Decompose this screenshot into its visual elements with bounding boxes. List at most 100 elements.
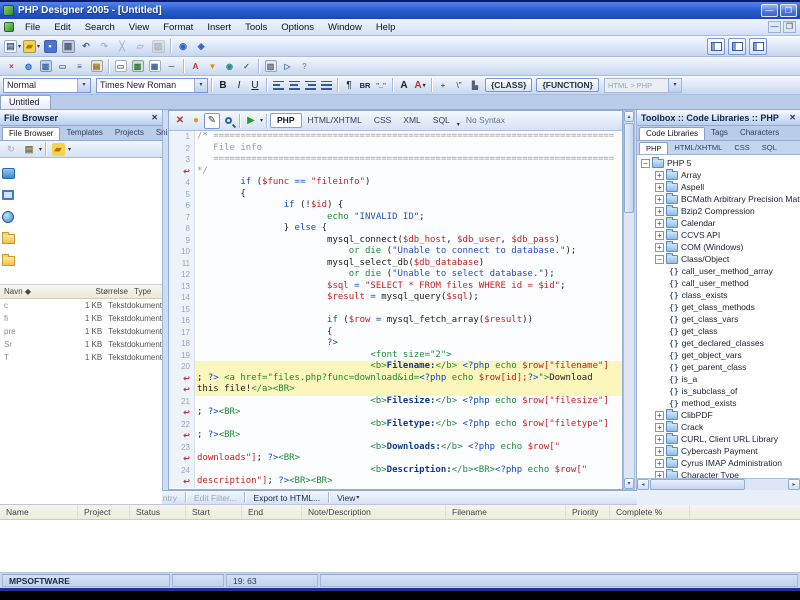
font-color-icon[interactable]: A: [187, 59, 204, 74]
tree-node[interactable]: + Array: [637, 169, 800, 181]
scroll-left-icon[interactable]: ◂: [637, 479, 649, 490]
code-line[interactable]: 21 <b>Filesize:</b> <?php echo $row["fil…: [169, 395, 622, 407]
tree-item[interactable]: [2, 184, 162, 206]
scrollbar-thumb[interactable]: [650, 479, 745, 490]
toolbox-hscrollbar[interactable]: ◂ ▸: [637, 478, 800, 490]
expand-icon[interactable]: +: [655, 230, 664, 240]
code-line[interactable]: 20 <b>Filename:</b> <?php echo $row["fil…: [169, 361, 622, 373]
expand-icon[interactable]: +: [655, 434, 664, 444]
hr-icon[interactable]: ─: [163, 59, 180, 74]
fill-color-icon[interactable]: ▼: [204, 59, 221, 74]
bold-button[interactable]: B: [215, 77, 231, 93]
toggle-left-panel-icon[interactable]: [707, 37, 725, 55]
subtab-sql[interactable]: SQL: [756, 142, 783, 154]
tab-tags[interactable]: Tags: [705, 127, 734, 140]
subtab-php[interactable]: PHP: [639, 142, 669, 154]
tree-node[interactable]: {} is_a: [637, 373, 800, 385]
print-icon[interactable]: ▦: [59, 38, 77, 55]
code-line[interactable]: 16 if ($row = mysql_fetch_array($result)…: [169, 315, 622, 327]
mdi-minimize-icon[interactable]: —: [768, 21, 781, 33]
code-line[interactable]: 2 File info: [169, 142, 622, 154]
save-icon[interactable]: ▪: [41, 38, 59, 55]
code-line[interactable]: 9 mysql_connect($db_host, $db_user, $db_…: [169, 234, 622, 246]
column-start[interactable]: Start: [186, 505, 242, 519]
file-row[interactable]: T1 KB Tekstdokument: [0, 351, 162, 364]
chevron-down-icon[interactable]: ▾: [18, 43, 21, 50]
export-to-html--button[interactable]: Export to HTML...: [247, 491, 326, 504]
column-name[interactable]: Navn ◆: [0, 287, 88, 296]
scroll-right-icon[interactable]: ▸: [788, 479, 800, 490]
column-name[interactable]: Name: [0, 505, 78, 519]
syntax-tab-xml[interactable]: XML: [397, 113, 426, 128]
mdi-restore-icon[interactable]: ❐: [783, 21, 796, 33]
code-line[interactable]: 23 <b>Downloads:</b> <?php echo $row[": [169, 441, 622, 453]
menu-file[interactable]: File: [18, 21, 47, 34]
file-row[interactable]: fi 1 KB Tekstdokument: [0, 312, 162, 325]
code-line[interactable]: 10 or die ("Unable to connect to databas…: [169, 246, 622, 258]
code-line[interactable]: 19 <font size="2">: [169, 349, 622, 361]
open-icon[interactable]: ▰ ▾: [22, 38, 41, 55]
code-line[interactable]: ↩ */: [169, 165, 622, 177]
tab-characters[interactable]: Characters: [734, 127, 785, 140]
subtab-html-xhtml[interactable]: HTML/XHTML: [668, 142, 728, 154]
tree-node[interactable]: {} get_parent_class: [637, 361, 800, 373]
tree-item[interactable]: [2, 162, 162, 184]
syntax-tab-css[interactable]: CSS: [368, 113, 397, 128]
code-line[interactable]: 17 {: [169, 326, 622, 338]
expand-icon[interactable]: +: [655, 470, 664, 478]
align-right-button[interactable]: [302, 77, 318, 93]
chevron-down-icon[interactable]: ▾: [37, 43, 40, 50]
globe-icon[interactable]: ◍: [20, 59, 37, 74]
run-icon[interactable]: ▶: [243, 113, 259, 129]
tree-node[interactable]: {} get_class_vars: [637, 313, 800, 325]
tab-projects[interactable]: Projects: [109, 127, 150, 140]
toggle-right-panel-icon[interactable]: [749, 37, 767, 55]
new-file-icon[interactable]: ▤ ▾: [3, 38, 22, 55]
edit-mode-icon[interactable]: ✎: [204, 112, 220, 129]
code-line[interactable]: ↩ downloads"]; ?><BR>: [169, 453, 622, 465]
insert-class-button[interactable]: {CLASS}: [485, 78, 533, 92]
code-line[interactable]: ↩; ?><BR>: [169, 430, 622, 442]
collapse-icon[interactable]: −: [655, 254, 664, 264]
expand-icon[interactable]: +: [655, 422, 664, 432]
code-line[interactable]: 8 } else {: [169, 223, 622, 235]
collapse-icon[interactable]: −: [641, 158, 650, 168]
tree-node[interactable]: + BCMath Arbitrary Precision Mathe: [637, 193, 800, 205]
font-size-button[interactable]: A: [396, 77, 412, 93]
bookmark-icon[interactable]: ●: [188, 113, 204, 129]
menu-window[interactable]: Window: [321, 21, 369, 34]
pilcrow-button[interactable]: ¶: [341, 77, 357, 93]
chevron-down-icon[interactable]: ▾: [68, 146, 71, 153]
chevron-down-icon[interactable]: ▾: [39, 146, 42, 153]
code-line[interactable]: ↩; ?><BR>: [169, 407, 622, 419]
column-status[interactable]: Status: [130, 505, 186, 519]
menu-search[interactable]: Search: [78, 21, 122, 34]
send-icon[interactable]: ▷: [279, 59, 296, 74]
expand-icon[interactable]: +: [655, 458, 664, 468]
search-icon[interactable]: [220, 113, 236, 129]
tree-node[interactable]: + COM (Windows): [637, 241, 800, 253]
form-field-icon[interactable]: ▭: [112, 59, 129, 74]
code-line[interactable]: 11 mysql_select_db($db_database): [169, 257, 622, 269]
tab-file-browser[interactable]: File Browser: [2, 127, 61, 140]
tree-node[interactable]: − PHP 5: [637, 157, 800, 169]
scroll-up-icon[interactable]: ▴: [624, 111, 634, 122]
view-button[interactable]: View ▾: [331, 491, 365, 504]
chevron-down-icon[interactable]: ▾: [194, 78, 207, 92]
code-line[interactable]: 4 if ($func == "fileinfo"): [169, 177, 622, 189]
refresh-icon[interactable]: ↻: [2, 141, 20, 158]
chevron-down-icon[interactable]: ▾: [356, 494, 359, 501]
help-icon[interactable]: ?: [296, 59, 313, 74]
font-select[interactable]: Times New Roman ▾: [96, 77, 208, 93]
expand-icon[interactable]: +: [655, 410, 664, 420]
close-file-icon[interactable]: ✕: [172, 113, 188, 129]
menu-tools[interactable]: Tools: [238, 21, 274, 34]
align-justify-button[interactable]: [318, 77, 334, 93]
file-list[interactable]: c1 KB Tekstdokument fi 1 KB Tekstdokument pre…: [0, 299, 162, 364]
tree-node[interactable]: {} get_class_methods: [637, 301, 800, 313]
tree-node[interactable]: − Class/Object: [637, 253, 800, 265]
tree-node[interactable]: + Cyrus IMAP Administration: [637, 457, 800, 469]
quotes-button[interactable]: "..": [373, 77, 389, 93]
font-color-button[interactable]: A ▾: [412, 77, 428, 93]
expand-icon[interactable]: +: [655, 206, 664, 216]
